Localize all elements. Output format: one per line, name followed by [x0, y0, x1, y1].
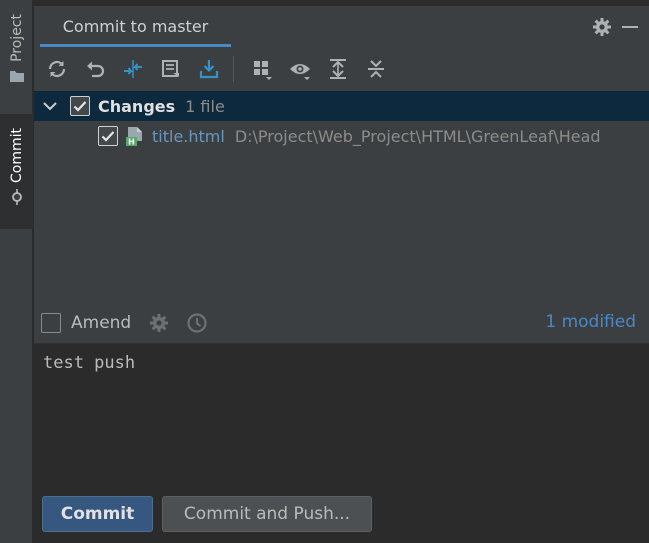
- view-options-button[interactable]: [286, 55, 314, 83]
- changes-tree: Changes 1 file H title.html D:\Project\W…: [34, 91, 649, 303]
- checkmark-icon: [101, 131, 115, 142]
- diff-icon: [124, 60, 142, 78]
- group-by-icon: [254, 61, 272, 80]
- changes-group-row[interactable]: Changes 1 file: [34, 91, 649, 121]
- refresh-button[interactable]: [43, 55, 71, 83]
- expand-all-icon: [330, 59, 346, 79]
- show-diff-button[interactable]: [119, 55, 147, 83]
- shelve-button[interactable]: [157, 55, 185, 83]
- commit-icon: [11, 189, 22, 205]
- refresh-icon: [48, 60, 66, 78]
- project-tab-label: Project: [8, 14, 25, 62]
- commit-actions: Commit Commit and Push...: [34, 488, 649, 543]
- commit-panel-header: Commit to master: [34, 6, 649, 47]
- commit-message-input[interactable]: test push: [34, 343, 649, 488]
- file-checkbox[interactable]: [98, 126, 118, 146]
- changes-group-checkbox[interactable]: [70, 96, 90, 116]
- group-by-button[interactable]: [248, 55, 276, 83]
- commit-button[interactable]: Commit: [42, 496, 153, 532]
- changes-toolbar: [34, 47, 649, 91]
- history-clock-icon[interactable]: [185, 311, 209, 335]
- svg-text:H: H: [128, 138, 135, 147]
- rollback-icon: [87, 61, 105, 78]
- chevron-down-icon[interactable]: [42, 98, 58, 114]
- changes-file-count: 1 file: [185, 96, 225, 116]
- minimize-icon[interactable]: [619, 16, 641, 38]
- expand-all-button[interactable]: [324, 55, 352, 83]
- tab-commit-to-master[interactable]: Commit to master: [40, 6, 231, 47]
- amend-checkbox[interactable]: [41, 313, 61, 333]
- commit-tool-tab[interactable]: Commit: [0, 114, 33, 229]
- shelve-icon: [162, 60, 179, 77]
- view-options-icon: [290, 64, 310, 80]
- commit-and-push-button[interactable]: Commit and Push...: [162, 496, 372, 532]
- amend-label[interactable]: Amend: [71, 313, 131, 333]
- commit-options-gear-icon[interactable]: [147, 311, 171, 335]
- tool-window-strip: Project Commit: [0, 0, 33, 543]
- file-path: D:\Project\Web_Project\HTML\GreenLeaf\He…: [234, 126, 601, 146]
- collapse-all-icon: [368, 60, 384, 78]
- checkmark-icon: [73, 101, 87, 112]
- folder-icon: [9, 70, 24, 82]
- commit-tab-label: Commit: [8, 128, 25, 183]
- project-tool-tab[interactable]: Project: [0, 14, 33, 100]
- toolbar-separator: [233, 56, 234, 82]
- update-icon: [199, 60, 219, 79]
- update-button[interactable]: [195, 55, 223, 83]
- modified-count-link[interactable]: 1 modified: [545, 312, 636, 332]
- changed-file-row[interactable]: H title.html D:\Project\Web_Project\HTML…: [34, 121, 649, 151]
- collapse-all-button[interactable]: [362, 55, 390, 83]
- rollback-button[interactable]: [81, 55, 109, 83]
- file-name: title.html: [152, 126, 225, 146]
- changes-group-label: Changes: [98, 96, 176, 116]
- html-file-icon: H: [126, 127, 142, 147]
- gear-icon[interactable]: [591, 16, 613, 38]
- amend-bar: Amend 1 modified: [34, 303, 649, 343]
